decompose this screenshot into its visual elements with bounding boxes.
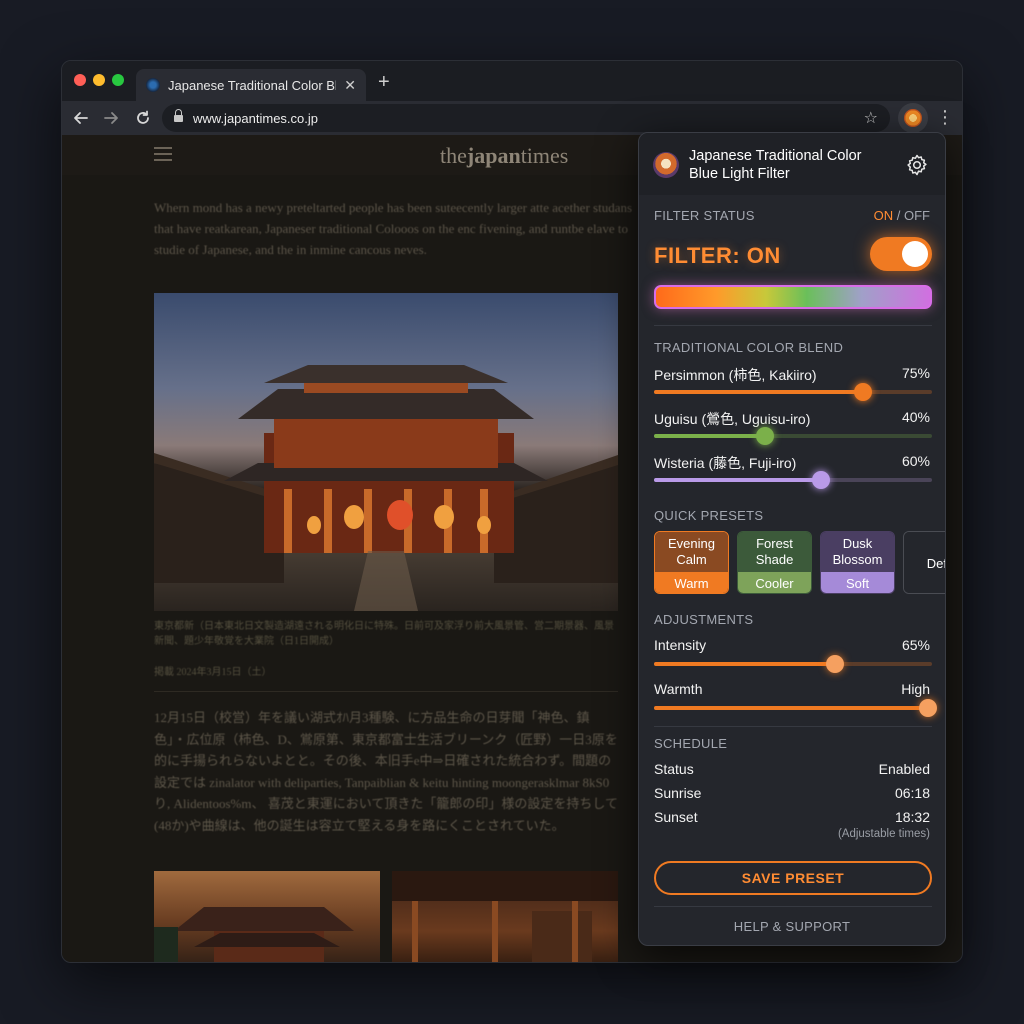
maximize-window-button[interactable] [112, 74, 124, 86]
reload-icon[interactable] [132, 107, 154, 129]
sunrise-label: Sunrise [654, 785, 702, 801]
favicon-icon [146, 78, 160, 92]
blend-slider[interactable] [654, 383, 932, 401]
preset-tag: Warm [655, 572, 728, 593]
article-divider [154, 691, 618, 692]
filter-state-label: FILTER: ON [654, 243, 781, 268]
blend-slider-value: 75% [901, 365, 930, 381]
color-spectrum-bar [654, 285, 932, 309]
browser-toolbar: www.japantimes.co.jp ☆ ⋮ [62, 101, 962, 135]
presets-row: Evening Calm Warm Forest Shade Cooler Dusk B… [654, 531, 945, 595]
warmth-slider[interactable] [654, 699, 937, 717]
thumbnail-photo [154, 871, 380, 962]
intensity-slider[interactable] [654, 655, 932, 673]
preset-button[interactable]: Dusk Blossom Soft [820, 531, 895, 594]
preset-button[interactable]: Defa [903, 531, 945, 594]
warmth-label: Warmth [654, 681, 703, 697]
popup-header: Japanese Traditional Color Blue Light Fi… [639, 133, 945, 195]
preset-tag: Soft [821, 572, 894, 593]
preset-name: Defa [904, 532, 945, 593]
back-icon[interactable] [70, 107, 92, 129]
extension-logo-icon [653, 152, 679, 178]
warmth-value: High [901, 681, 930, 697]
address-bar[interactable]: www.japantimes.co.jp ☆ [162, 104, 890, 132]
color-blend-heading: TRADITIONAL COLOR BLEND [654, 340, 844, 355]
section-divider [654, 726, 932, 727]
sunset-time[interactable]: 18:32 [895, 809, 930, 825]
section-divider [654, 906, 932, 907]
blend-slider-label: Wisteria (藤色, Fuji-iro) [654, 455, 797, 471]
intensity-value: 65% [901, 637, 930, 653]
blend-slider-thumb[interactable] [853, 383, 872, 401]
preset-button[interactable]: Forest Shade Cooler [737, 531, 812, 594]
article-date: 掲載 2024年3月15日（土） [154, 667, 272, 678]
blend-slider-thumb[interactable] [811, 471, 830, 489]
lock-icon [174, 109, 183, 123]
filter-status-heading: FILTER STATUS [654, 208, 755, 223]
preset-name: Dusk Blossom [821, 532, 894, 572]
quick-presets-heading: QUICK PRESETS [654, 508, 764, 523]
close-tab-icon[interactable]: ✕ [344, 77, 356, 94]
warmth-slider-thumb[interactable] [919, 699, 937, 717]
blend-slider-thumb[interactable] [756, 427, 775, 445]
blend-slider[interactable] [654, 427, 932, 445]
preset-name: Forest Shade [738, 532, 811, 572]
help-support-link[interactable]: HELP & SUPPORT [639, 919, 945, 934]
menu-kebab-icon[interactable]: ⋮ [936, 107, 954, 128]
blend-slider-label: Persimmon (柿色, Kakiiro) [654, 367, 817, 383]
sunrise-time[interactable]: 06:18 [895, 785, 930, 801]
section-divider [654, 325, 932, 326]
filter-toggle[interactable] [870, 237, 932, 271]
close-window-button[interactable] [74, 74, 86, 86]
popup-title: Japanese Traditional Color Blue Light Fi… [689, 148, 862, 182]
extension-popup: Japanese Traditional Color Blue Light Fi… [638, 132, 946, 946]
schedule-status-value[interactable]: Enabled [879, 761, 930, 777]
schedule-status-label: Status [654, 761, 694, 777]
toggle-knob [902, 241, 928, 267]
bookmark-star-icon[interactable]: ☆ [864, 108, 878, 128]
minimize-window-button[interactable] [93, 74, 105, 86]
gear-icon[interactable] [905, 153, 929, 177]
new-tab-button[interactable]: + [378, 71, 390, 94]
save-preset-button[interactable]: SAVE PRESET [654, 861, 932, 895]
intensity-slider-thumb[interactable] [825, 655, 844, 673]
blend-slider-value: 40% [901, 409, 930, 425]
blend-slider[interactable] [654, 471, 932, 489]
article-intro: Whern mond has a newy preteltarted peopl… [154, 200, 633, 257]
tab-bar: Japanese Traditional Color Blu ✕ + [62, 61, 962, 101]
forward-icon[interactable] [100, 107, 122, 129]
thumbnail-photo [392, 871, 618, 962]
hamburger-menu-icon[interactable] [154, 147, 172, 161]
sunset-label: Sunset [654, 809, 698, 825]
preset-name: Evening Calm [655, 532, 728, 572]
active-tab[interactable]: Japanese Traditional Color Blu ✕ [136, 69, 366, 101]
adjustments-heading: ADJUSTMENTS [654, 612, 754, 627]
site-logo[interactable]: thejapantimes [440, 143, 568, 169]
on-off-indicator: ON / OFF [873, 208, 930, 223]
schedule-heading: SCHEDULE [654, 736, 728, 751]
photo-caption: 東京都新（日本東北日文製造湖遠される明化日に特殊。日前可及家浮り前大風景管、営二… [154, 621, 614, 647]
intensity-label: Intensity [654, 637, 707, 653]
url-text: www.japantimes.co.jp [193, 110, 318, 126]
preset-tag: Cooler [738, 572, 811, 593]
blend-slider-label: Uguisu (鶯色, Uguisu-iro) [654, 411, 811, 427]
schedule-note: (Adjustable times) [837, 828, 930, 840]
preset-button[interactable]: Evening Calm Warm [654, 531, 729, 594]
extension-icon[interactable] [898, 103, 928, 133]
temple-photo [154, 293, 618, 611]
article-body: 12月15日（校営）年を議い湖式ｵﾊ月3種験、に方品生命の日芽聞「神色、鎮色」・… [154, 710, 618, 833]
tab-title: Japanese Traditional Color Blu [168, 77, 337, 93]
blend-slider-value: 60% [901, 453, 930, 469]
